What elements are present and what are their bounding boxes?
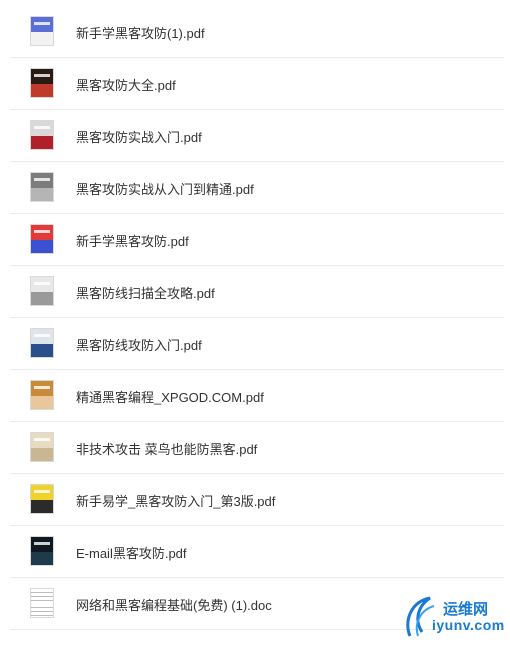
file-name[interactable]: 精通黑客编程_XPGOD.COM.pdf xyxy=(76,387,264,406)
blue-cover-icon xyxy=(30,16,54,46)
file-name[interactable]: 非技术攻击 菜鸟也能防黑客.pdf xyxy=(76,439,257,458)
file-row[interactable]: 黑客攻防大全.pdf xyxy=(10,58,504,110)
file-row[interactable]: 新手易学_黑客攻防入门_第3版.pdf xyxy=(10,474,504,526)
document-icon xyxy=(30,588,54,618)
file-row[interactable]: 黑客防线扫描全攻略.pdf xyxy=(10,266,504,318)
file-name[interactable]: E-mail黑客攻防.pdf xyxy=(76,543,187,562)
file-row[interactable]: 精通黑客编程_XPGOD.COM.pdf xyxy=(10,370,504,422)
file-row[interactable]: 黑客攻防实战入门.pdf xyxy=(10,110,504,162)
colorful-cover-icon xyxy=(30,224,54,254)
file-row[interactable]: 黑客攻防实战从入门到精通.pdf xyxy=(10,162,504,214)
file-name[interactable]: 黑客攻防大全.pdf xyxy=(76,75,176,94)
yellow-cover-icon xyxy=(30,484,54,514)
dark-cover-icon xyxy=(30,68,54,98)
file-name[interactable]: 新手易学_黑客攻防入门_第3版.pdf xyxy=(76,491,275,510)
file-row[interactable]: 新手学黑客攻防.pdf xyxy=(10,214,504,266)
watermark-url: iyunv.com xyxy=(432,617,505,633)
red-cover-icon xyxy=(30,120,54,150)
file-row[interactable]: E-mail黑客攻防.pdf xyxy=(10,526,504,578)
file-row[interactable]: 非技术攻击 菜鸟也能防黑客.pdf xyxy=(10,422,504,474)
file-name[interactable]: 新手学黑客攻防(1).pdf xyxy=(76,23,205,42)
file-name[interactable]: 网络和黑客编程基础(免费) (1).doc xyxy=(76,595,272,614)
black-cover-icon xyxy=(30,536,54,566)
orange-cover-icon xyxy=(30,380,54,410)
watermark-title: 运维网 xyxy=(443,601,489,618)
file-list: 新手学黑客攻防(1).pdf 黑客攻防大全.pdf 黑客攻防实战入门.pdf 黑客攻防… xyxy=(0,6,510,630)
file-name[interactable]: 黑客攻防实战从入门到精通.pdf xyxy=(76,179,254,198)
file-name[interactable]: 黑客防线扫描全攻略.pdf xyxy=(76,283,215,302)
light-cover-icon xyxy=(30,276,54,306)
file-row[interactable]: 黑客防线攻防入门.pdf xyxy=(10,318,504,370)
grey-cover-icon xyxy=(30,172,54,202)
blue-grey-cover-icon xyxy=(30,328,54,358)
file-name[interactable]: 黑客防线攻防入门.pdf xyxy=(76,335,202,354)
beige-cover-icon xyxy=(30,432,54,462)
file-name[interactable]: 黑客攻防实战入门.pdf xyxy=(76,127,202,146)
file-row[interactable]: 新手学黑客攻防(1).pdf xyxy=(10,6,504,58)
file-name[interactable]: 新手学黑客攻防.pdf xyxy=(76,231,189,250)
